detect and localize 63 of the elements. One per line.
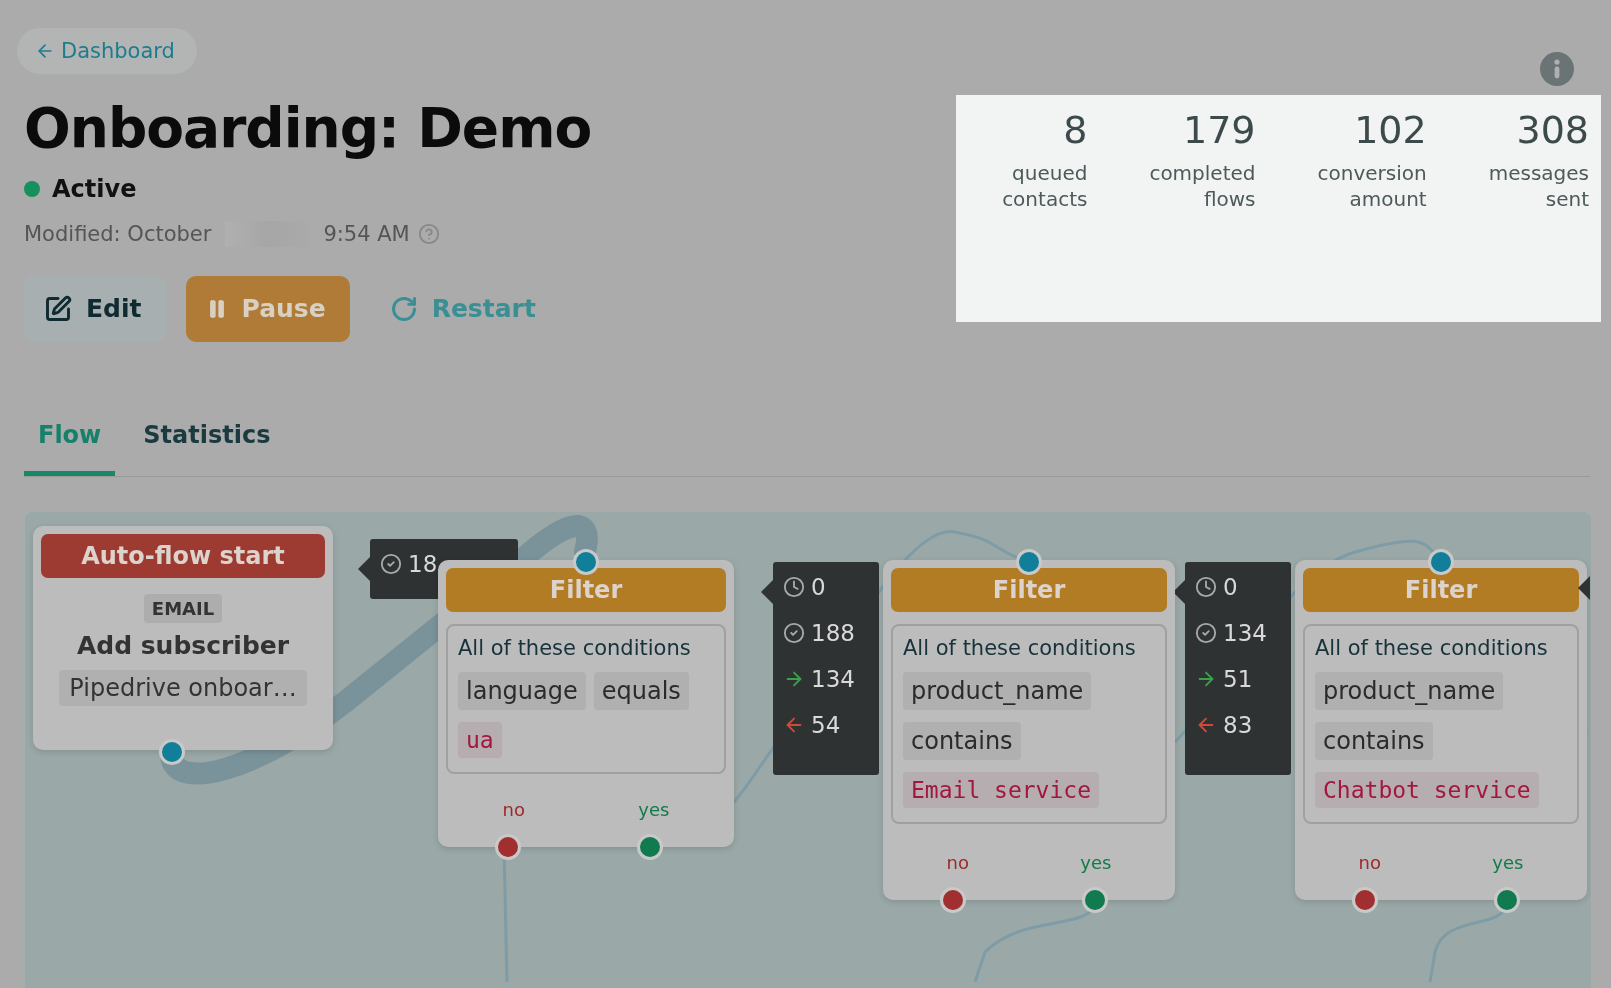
check-circle-icon	[1195, 621, 1217, 644]
field-name: product_name	[1315, 671, 1504, 710]
edit-button[interactable]: Edit	[24, 275, 166, 342]
counter-value: 188	[811, 619, 855, 646]
condition-value: Email service	[903, 771, 1099, 808]
start-node[interactable]: Auto-flow start EMAIL Add subscriber Pipedrive onboar…	[33, 525, 333, 750]
clock-icon	[783, 575, 805, 598]
check-circle-icon	[380, 552, 402, 575]
status-label: Active	[52, 174, 137, 203]
stat-value: 308	[1516, 107, 1589, 154]
node-header: Filter	[446, 567, 726, 612]
node-header: Filter	[1303, 567, 1579, 612]
page-title: Onboarding: Demo	[24, 98, 592, 159]
counter-value: 51	[1223, 665, 1253, 692]
yes-label: yes	[638, 798, 670, 820]
no-label: no	[502, 798, 526, 820]
field-name: product_name	[903, 671, 1092, 710]
clock-icon	[1195, 575, 1217, 598]
match-rule: All of these conditions	[458, 635, 692, 660]
info-icon[interactable]	[1540, 52, 1574, 86]
input-port[interactable]	[1016, 548, 1042, 575]
channel-tag: EMAIL	[143, 593, 223, 623]
stat-label: queued contacts	[1002, 160, 1088, 213]
yes-label: yes	[1080, 851, 1112, 873]
condition-value: ua	[458, 721, 502, 758]
counter-value: 54	[811, 711, 841, 738]
counter-value: 18	[408, 550, 438, 577]
check-circle-icon	[783, 621, 805, 644]
field-name: language	[458, 671, 586, 710]
match-rule: All of these conditions	[903, 635, 1137, 660]
filter-node[interactable]: Filter All of these conditions product_name contains Email service no yes	[883, 559, 1175, 900]
edit-icon	[44, 294, 72, 323]
modified-label: Modified: October	[24, 221, 212, 246]
modified-time: 9:54 AM	[323, 221, 410, 246]
operator: contains	[903, 721, 1021, 760]
counter-value: 83	[1223, 711, 1253, 738]
stat-label: messages sent	[1488, 160, 1589, 213]
operator: contains	[1315, 721, 1433, 760]
node-header: Auto-flow start	[41, 533, 325, 578]
condition-value: Chatbot service	[1315, 771, 1539, 808]
node-action: Add subscriber	[76, 630, 290, 660]
counter-value: 134	[1223, 619, 1267, 646]
counter-value: 134	[811, 665, 855, 692]
input-port[interactable]	[1428, 548, 1454, 575]
stat-value: 102	[1354, 107, 1427, 154]
counter-value: 0	[811, 573, 826, 600]
yes-label: yes	[1492, 851, 1524, 873]
counter-value: 0	[1223, 573, 1238, 600]
stat-value: 179	[1183, 107, 1256, 154]
restart-icon	[389, 294, 418, 323]
filter-node[interactable]: Filter All of these conditions language equals ua no yes	[438, 559, 734, 847]
pointer-icon	[1578, 575, 1590, 600]
list-name: Pipedrive onboar…	[59, 669, 307, 706]
no-label: no	[946, 851, 970, 873]
no-label: no	[1358, 851, 1382, 873]
tab[interactable]: Statistics	[129, 410, 285, 476]
operator: equals	[593, 671, 689, 710]
match-rule: All of these conditions	[1315, 635, 1549, 660]
node-header: Filter	[891, 567, 1167, 612]
stat-label: completed flows	[1149, 160, 1256, 213]
stat-label: conversion amount	[1317, 160, 1427, 213]
filter-node[interactable]: Filter All of these conditions product_name contains Chatbot service no yes	[1295, 559, 1587, 900]
stat-value: 8	[1063, 107, 1088, 154]
